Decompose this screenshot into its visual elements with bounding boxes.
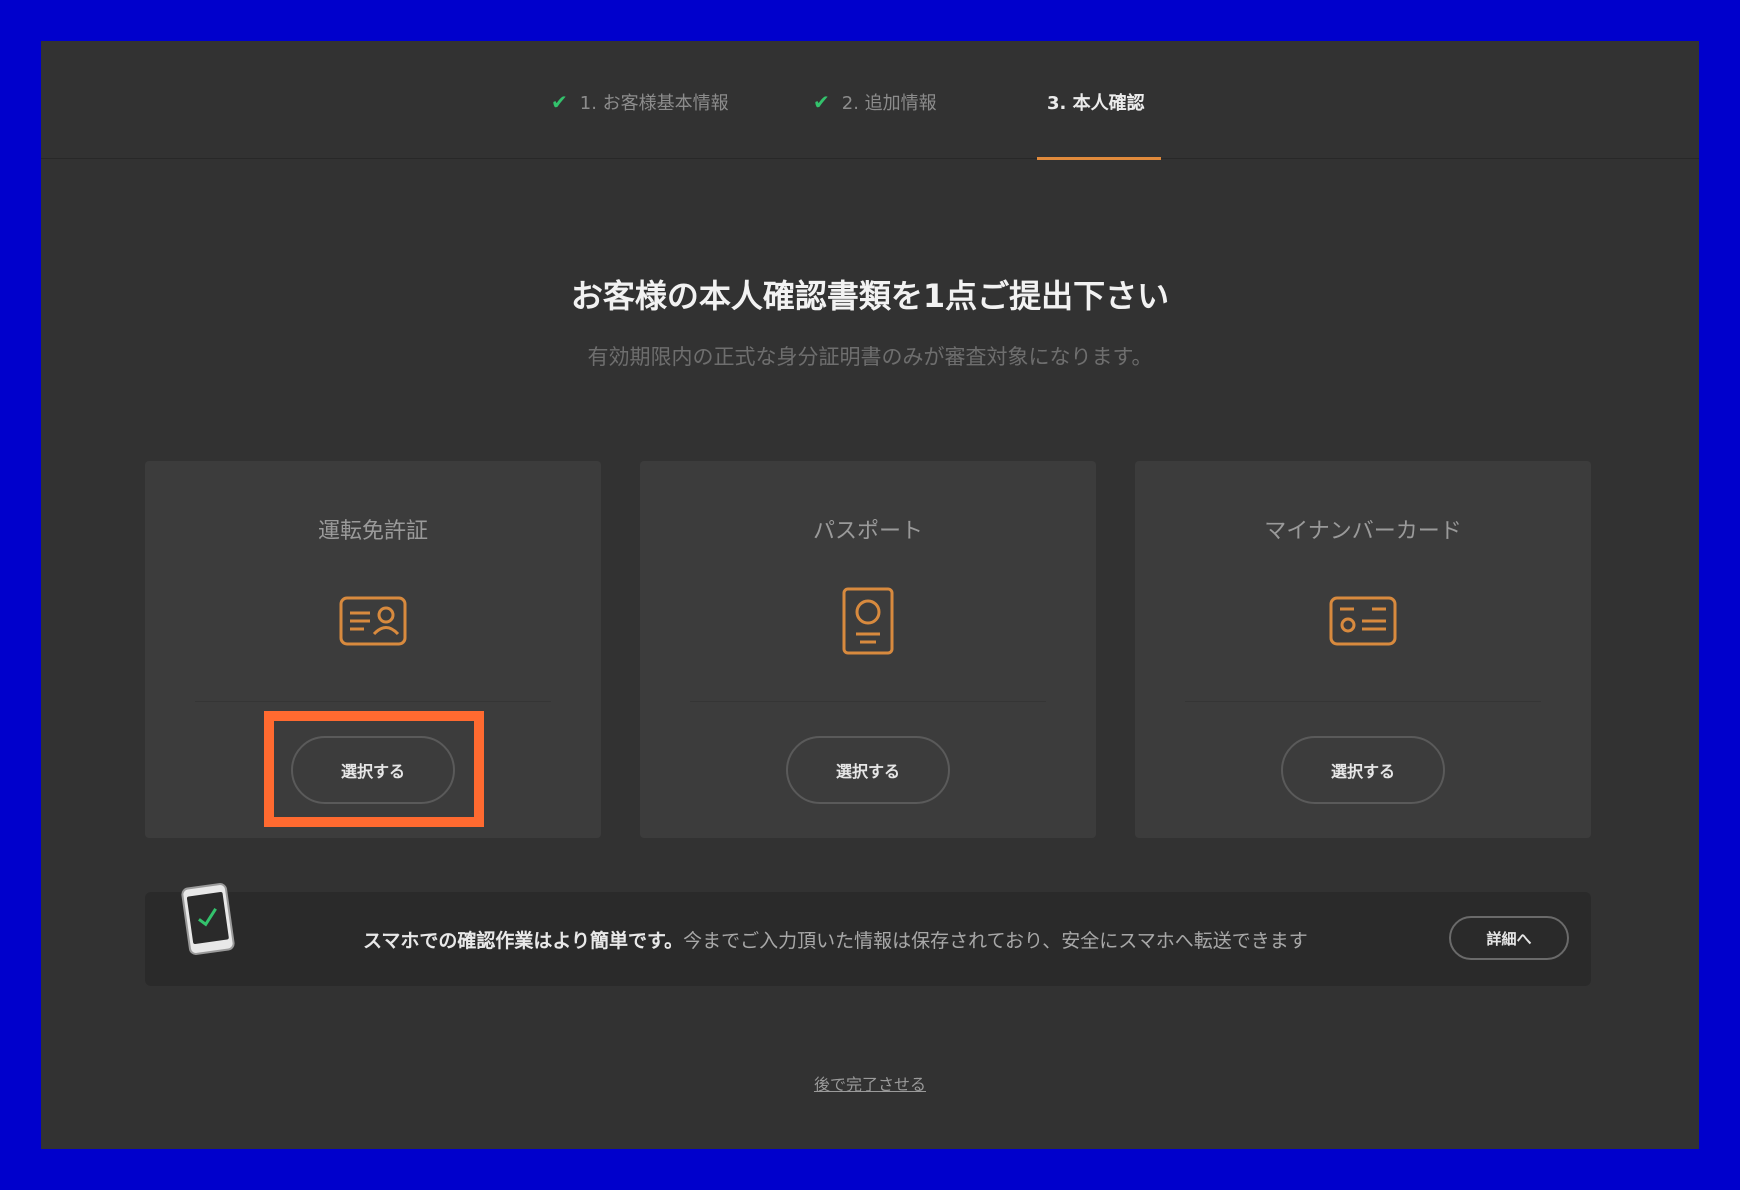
- card-divider: [195, 701, 551, 702]
- page-title: お客様の本人確認書類を1点ご提出下さい: [570, 277, 1170, 315]
- details-button[interactable]: 詳細へ: [1449, 916, 1569, 960]
- selection-highlight-box: [264, 711, 484, 827]
- smartphone-check-icon: [178, 882, 238, 956]
- step-2-additional-info[interactable]: ✔ 2. 追加情報: [813, 89, 937, 115]
- banner-bold-text: スマホでの確認作業はより簡単です。: [363, 929, 684, 952]
- card-divider: [1185, 701, 1541, 702]
- step-progress-bar: ✔ 1. お客様基本情報 ✔ 2. 追加情報 3. 本人確認: [41, 41, 1699, 160]
- step-3-label: 3. 本人確認: [1047, 93, 1145, 114]
- card-divider: [690, 701, 1046, 702]
- step-2-label: 2. 追加情報: [841, 93, 937, 114]
- banner-message: スマホでの確認作業はより簡単です。 今までご入力頂いた情報は保存されており、安全…: [363, 892, 1308, 986]
- step-3-identity-verification[interactable]: 3. 本人確認: [1047, 89, 1145, 115]
- complete-later-link[interactable]: 後で完了させる: [41, 1071, 1699, 1095]
- banner-detail-text: 今までご入力頂いた情報は保存されており、安全にスマホへ転送できます: [683, 929, 1308, 952]
- page-subtitle: 有効期限内の正式な身分証明書のみが審査対象になります。: [587, 345, 1153, 369]
- check-icon: ✔: [551, 90, 568, 114]
- document-card-my-number: マイナンバーカード 選択する: [1135, 461, 1591, 838]
- select-passport-button[interactable]: 選択する: [786, 736, 950, 804]
- step-1-basic-info[interactable]: ✔ 1. お客様基本情報: [551, 89, 729, 115]
- drivers-license-icon: [333, 581, 413, 661]
- my-number-card-icon: [1323, 581, 1403, 661]
- check-icon: ✔: [813, 90, 830, 114]
- select-my-number-button[interactable]: 選択する: [1281, 736, 1445, 804]
- document-card-passport: パスポート 選択する: [640, 461, 1096, 838]
- card-title: パスポート: [812, 519, 923, 544]
- card-title: マイナンバーカード: [1264, 519, 1462, 544]
- card-title: 運転免許証: [317, 519, 428, 544]
- active-step-indicator: [1037, 157, 1161, 160]
- step-1-label: 1. お客様基本情報: [579, 93, 729, 114]
- verification-panel: ✔ 1. お客様基本情報 ✔ 2. 追加情報 3. 本人確認 お客様の本人確認書…: [41, 41, 1699, 1149]
- smartphone-banner: スマホでの確認作業はより簡単です。 今までご入力頂いた情報は保存されており、安全…: [145, 892, 1591, 986]
- passport-icon: [828, 581, 908, 661]
